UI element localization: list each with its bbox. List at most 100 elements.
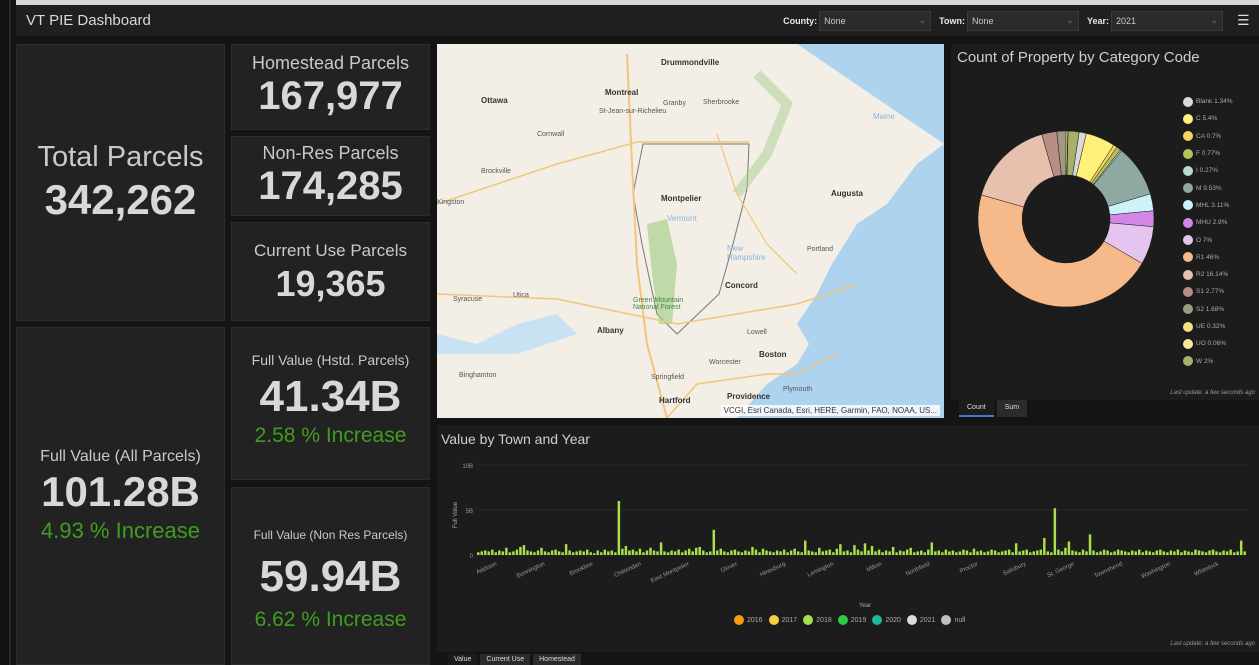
bar[interactable] xyxy=(941,552,944,555)
bar[interactable] xyxy=(993,550,997,556)
bar[interactable] xyxy=(533,552,536,555)
bar[interactable] xyxy=(691,551,694,555)
bar[interactable] xyxy=(491,549,494,555)
bar[interactable] xyxy=(550,550,554,556)
series-legend-item[interactable]: 2020 xyxy=(872,615,901,625)
bar[interactable] xyxy=(589,552,592,555)
bar[interactable] xyxy=(1053,508,1057,555)
bar[interactable] xyxy=(983,552,986,555)
bar[interactable] xyxy=(585,549,589,555)
bar[interactable] xyxy=(884,550,888,556)
bar[interactable] xyxy=(803,540,807,555)
bar[interactable] xyxy=(1067,541,1071,556)
bar[interactable] xyxy=(860,551,863,555)
pie-legend-item[interactable]: MHL 3.11% xyxy=(1183,197,1233,214)
bar[interactable] xyxy=(1046,551,1050,555)
bar[interactable] xyxy=(1099,551,1102,555)
bar[interactable] xyxy=(649,547,652,555)
bar[interactable] xyxy=(937,550,941,556)
bar[interactable] xyxy=(1208,550,1211,556)
bar[interactable] xyxy=(659,542,663,555)
bar[interactable] xyxy=(726,552,730,555)
bar[interactable] xyxy=(955,552,958,555)
bar[interactable] xyxy=(874,551,877,555)
bar[interactable] xyxy=(1222,550,1225,556)
bar[interactable] xyxy=(1057,549,1060,555)
bar[interactable] xyxy=(916,551,919,555)
pie-legend-item[interactable]: O 7% xyxy=(1183,231,1233,248)
bar[interactable] xyxy=(687,548,691,555)
bar[interactable] xyxy=(976,551,979,555)
bar[interactable] xyxy=(1032,551,1035,555)
bar[interactable] xyxy=(1190,552,1194,555)
bar[interactable] xyxy=(1166,552,1169,555)
bar[interactable] xyxy=(698,546,701,555)
bar[interactable] xyxy=(832,552,835,555)
bar[interactable] xyxy=(663,551,666,555)
bar[interactable] xyxy=(1215,551,1218,555)
bar[interactable] xyxy=(680,552,684,555)
bar[interactable] xyxy=(839,544,842,555)
bar[interactable] xyxy=(747,551,751,555)
bar[interactable] xyxy=(705,552,708,555)
bar[interactable] xyxy=(540,547,543,555)
bar[interactable] xyxy=(575,551,578,555)
bar[interactable] xyxy=(628,550,631,556)
bar[interactable] xyxy=(1078,552,1081,555)
bar[interactable] xyxy=(1007,549,1011,555)
bar[interactable] xyxy=(789,550,793,556)
bar[interactable] xyxy=(1130,550,1134,556)
bar[interactable] xyxy=(1011,552,1014,555)
pie-legend-item[interactable]: W 2% xyxy=(1183,352,1233,369)
bar[interactable] xyxy=(853,545,856,555)
bar[interactable] xyxy=(557,551,561,555)
tab-count[interactable]: Count xyxy=(959,400,994,417)
bar[interactable] xyxy=(723,551,726,555)
county-filter[interactable]: County: None ⌄ xyxy=(783,10,932,31)
bar[interactable] xyxy=(1180,552,1183,555)
bar-chart[interactable]: 0 5B 10B Full Value Addison Bennington Brookli… xyxy=(437,455,1259,635)
bar[interactable] xyxy=(856,549,860,555)
bar[interactable] xyxy=(902,551,905,555)
bar[interactable] xyxy=(1225,551,1229,555)
bar[interactable] xyxy=(684,550,687,556)
bar[interactable] xyxy=(1092,550,1095,556)
pie-chart[interactable] xyxy=(951,74,1181,364)
bar[interactable] xyxy=(786,552,789,555)
bar[interactable] xyxy=(596,550,600,556)
bar[interactable] xyxy=(969,552,972,555)
tab-homestead[interactable]: Homestead xyxy=(533,654,581,665)
bar[interactable] xyxy=(642,552,645,555)
bar[interactable] xyxy=(547,552,550,555)
tab-value[interactable]: Value xyxy=(448,654,478,665)
bar[interactable] xyxy=(522,545,526,555)
pie-legend-item[interactable]: F 0.77% xyxy=(1183,145,1233,162)
bar[interactable] xyxy=(621,548,624,555)
bar[interactable] xyxy=(526,550,529,556)
bar[interactable] xyxy=(1109,552,1113,555)
pie-legend-item[interactable]: S1 2.77% xyxy=(1183,283,1233,300)
bar[interactable] xyxy=(923,552,926,555)
bar[interactable] xyxy=(972,548,976,555)
bar[interactable] xyxy=(930,542,934,555)
bar[interactable] xyxy=(1141,552,1144,555)
bar[interactable] xyxy=(807,550,810,556)
bar[interactable] xyxy=(631,549,635,555)
bar[interactable] xyxy=(1211,549,1215,555)
pie-legend-item[interactable]: I 0.27% xyxy=(1183,162,1233,179)
bar[interactable] xyxy=(754,549,758,555)
bar[interactable] xyxy=(962,549,965,555)
bar[interactable] xyxy=(1152,552,1155,555)
bar[interactable] xyxy=(600,552,603,555)
bar[interactable] xyxy=(1201,551,1204,555)
bar[interactable] xyxy=(1064,547,1067,555)
bar[interactable] xyxy=(1050,552,1053,555)
bar[interactable] xyxy=(951,550,955,556)
bar[interactable] xyxy=(958,551,962,555)
bar[interactable] xyxy=(1043,537,1046,555)
bar[interactable] xyxy=(1183,550,1187,556)
bar[interactable] xyxy=(536,550,540,556)
year-filter[interactable]: Year: 2021 ⌄ xyxy=(1087,10,1223,31)
bar[interactable] xyxy=(758,552,761,555)
county-select[interactable]: None ⌄ xyxy=(819,10,932,31)
